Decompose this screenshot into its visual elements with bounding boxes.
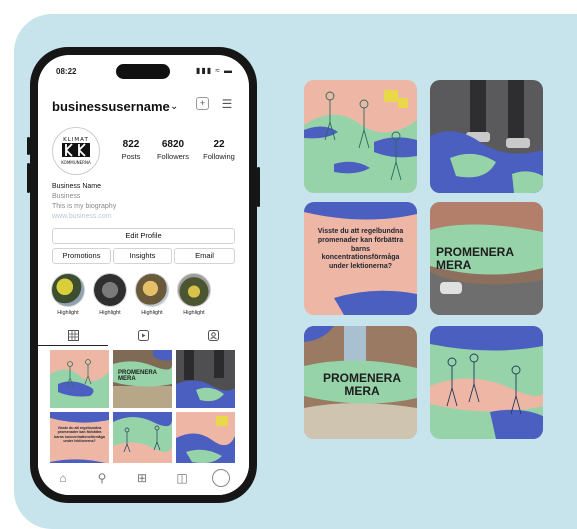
canvas: 08:22 ▮▮▮ ≈ ▬ businessusername ⌄ + ☰ KLI…	[0, 0, 577, 529]
following-count: 22	[213, 139, 225, 150]
home-icon[interactable]: ⌂	[54, 469, 72, 487]
post-tile	[430, 80, 543, 193]
photo-legs-walking	[430, 80, 543, 193]
add-post-icon[interactable]: +	[196, 97, 209, 110]
email-button[interactable]: Email	[174, 248, 235, 264]
post-tile: PROMENERA MERA	[430, 202, 543, 315]
following-label: Following	[203, 152, 235, 161]
story-highlight[interactable]: Highlight	[134, 273, 170, 316]
insights-button[interactable]: Insights	[113, 248, 172, 264]
status-time: 08:22	[56, 67, 77, 76]
tab-grid[interactable]	[38, 325, 108, 346]
bottom-nav: ⌂ ⚲ ⊞ ◫	[38, 463, 249, 495]
posts-label: Posts	[121, 152, 141, 161]
post-tile	[304, 80, 417, 193]
post-thumbnail[interactable]	[176, 350, 235, 408]
post-thumbnail[interactable]	[113, 412, 172, 470]
phone-mockup: 08:22 ▮▮▮ ≈ ▬ businessusername ⌄ + ☰ KLI…	[27, 47, 260, 503]
promenera-title: PROMENERA MERA	[436, 246, 543, 271]
tagged-icon	[208, 330, 219, 342]
illustration-walkers	[430, 326, 543, 439]
bio-link[interactable]: www.business.com	[52, 213, 112, 220]
post-tile: PROMENERA MERA	[304, 326, 417, 439]
promenera-title-line2: MERA	[436, 257, 472, 272]
bio-text: This is my biography	[52, 203, 117, 210]
illustration-walkers	[113, 412, 172, 470]
illustration-walkers	[50, 350, 109, 408]
profile-tabs	[38, 325, 249, 347]
post-thumbnail[interactable]	[176, 412, 235, 470]
following-stat[interactable]: 22 Following	[197, 139, 241, 161]
bio-name: Business Name	[52, 183, 102, 190]
chevron-down-icon[interactable]: ⌄	[170, 101, 178, 112]
promenera-title-line2: MERA	[344, 383, 380, 398]
avatar[interactable]: KLIMAT KOMMUNERNA	[52, 127, 100, 175]
phone-volume-button	[27, 137, 30, 155]
tab-tagged[interactable]	[178, 325, 249, 345]
signal-icon: ▮▮▮	[195, 66, 213, 75]
phone-power-button	[257, 167, 260, 207]
question-text: Visste du att regelbundna promenader kan…	[317, 228, 404, 270]
story-highlight[interactable]: Highlight	[92, 273, 128, 316]
followers-label: Followers	[156, 152, 190, 161]
highlight-label: Highlight	[57, 310, 79, 316]
highlight-thumbnail	[177, 273, 211, 307]
shop-icon[interactable]: ◫	[173, 469, 191, 487]
promenera-title: PROMENERA MERA	[312, 372, 412, 397]
phone-screen: 08:22 ▮▮▮ ≈ ▬ businessusername ⌄ + ☰ KLI…	[38, 55, 249, 495]
highlight-thumbnail	[135, 273, 169, 307]
promenera-title-line1: PROMENERA	[322, 371, 401, 385]
menu-icon[interactable]: ☰	[220, 97, 234, 111]
add-icon[interactable]: ⊞	[133, 469, 151, 487]
question-thumb-text: Visste du att regelbundna promenader kan…	[54, 426, 105, 443]
search-icon[interactable]: ⚲	[93, 469, 111, 487]
phone-volume-button	[27, 163, 30, 193]
illustration-walkers	[304, 80, 417, 193]
illustration-walkers	[176, 412, 235, 470]
highlight-thumbnail	[93, 273, 127, 307]
svg-text:KOMMUNERNA: KOMMUNERNA	[61, 160, 91, 165]
highlight-label: Highlight	[183, 310, 205, 316]
battery-icon: ▬	[224, 66, 233, 75]
profile-icon[interactable]	[212, 469, 230, 487]
status-icons: ▮▮▮ ≈ ▬	[196, 66, 233, 75]
svg-text:KLIMAT: KLIMAT	[63, 137, 89, 143]
highlight-label: Highlight	[99, 310, 121, 316]
phone-notch	[116, 64, 170, 79]
edit-profile-button[interactable]: Edit Profile	[52, 228, 235, 244]
bio-category: Business	[52, 193, 81, 200]
posts-stat[interactable]: 822 Posts	[114, 139, 148, 161]
grid-icon	[67, 330, 79, 342]
promenera-thumb-text: PROMENERA MERA	[118, 370, 157, 383]
followers-stat[interactable]: 6820 Followers	[150, 139, 196, 161]
klimatkommunerna-logo-icon: KLIMAT KOMMUNERNA	[54, 129, 98, 173]
reels-icon	[137, 330, 149, 342]
post-tile	[430, 326, 543, 439]
followers-count: 6820	[161, 139, 185, 150]
photo-feet	[176, 350, 235, 408]
promotions-button[interactable]: Promotions	[52, 248, 111, 264]
highlight-label: Highlight	[141, 310, 163, 316]
story-highlight[interactable]: Highlight	[50, 273, 86, 316]
post-tile: Visste du att regelbundna promenader kan…	[304, 202, 417, 315]
post-thumbnail[interactable]: PROMENERA MERA	[113, 350, 172, 408]
post-thumbnail[interactable]	[50, 350, 109, 408]
tab-reels[interactable]	[108, 325, 178, 345]
posts-count: 822	[122, 139, 140, 150]
post-thumbnail[interactable]: Visste du att regelbundna promenader kan…	[50, 412, 109, 470]
wifi-icon: ≈	[215, 66, 221, 75]
story-highlight[interactable]: Highlight	[176, 273, 212, 316]
profile-username[interactable]: businessusername	[52, 99, 170, 114]
highlight-thumbnail	[51, 273, 85, 307]
